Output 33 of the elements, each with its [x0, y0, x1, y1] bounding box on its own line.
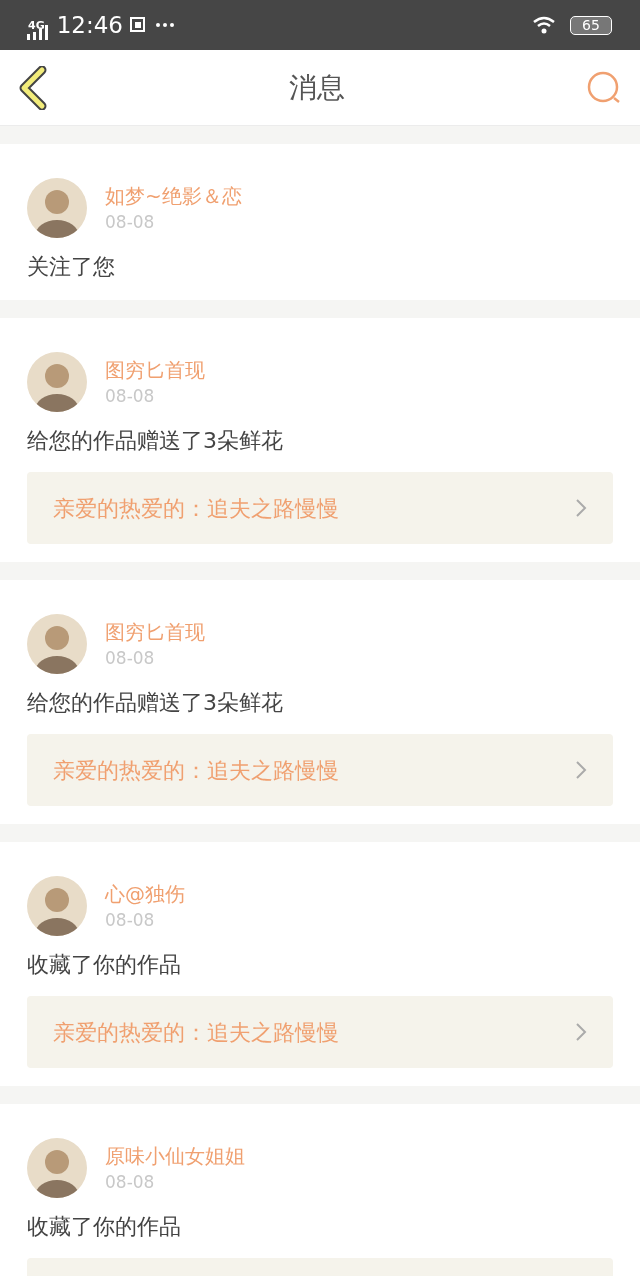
work-link[interactable]: 亲爱的热爱的：追夫之路慢慢 [27, 996, 613, 1068]
avatar [27, 614, 87, 674]
more-icon [155, 22, 175, 28]
work-title: 亲爱的热爱的：追夫之路慢慢 [53, 1018, 339, 1047]
work-link[interactable]: 亲爱的热爱的：追夫之路慢慢 [27, 472, 613, 544]
clock: 12:46 [56, 10, 123, 40]
user-name[interactable]: 心@独伤 [105, 880, 185, 908]
chevron-right-icon [575, 498, 587, 518]
work-title: 亲爱的热爱的：追夫之路慢慢 [53, 756, 339, 785]
avatar [27, 1138, 87, 1198]
avatar [27, 178, 87, 238]
wifi-icon [532, 16, 556, 34]
screenshot-icon [129, 16, 147, 34]
battery-indicator: 65 [570, 15, 612, 35]
user-name[interactable]: 如梦~绝影＆恋 [105, 182, 242, 210]
avatar [27, 876, 87, 936]
chevron-right-icon [575, 1022, 587, 1042]
avatar [27, 352, 87, 412]
message-text: 给您的作品赠送了3朵鲜花 [27, 427, 284, 455]
search-button[interactable] [586, 69, 622, 106]
back-button[interactable] [18, 65, 48, 110]
message-text: 收藏了你的作品 [27, 951, 182, 979]
message-text: 关注了您 [27, 253, 116, 281]
user-name[interactable]: 图穷匕首现 [105, 356, 205, 384]
page-title: 消息 [289, 69, 345, 106]
work-link[interactable]: 亲爱的热爱的：追夫之路慢慢 [27, 734, 613, 806]
work-title: 亲爱的热爱的：追夫之路慢慢 [53, 494, 339, 523]
user-name[interactable]: 原味小仙女姐姐 [105, 1142, 245, 1170]
message-text: 给您的作品赠送了3朵鲜花 [27, 689, 284, 717]
user-name[interactable]: 图穷匕首现 [105, 618, 205, 646]
chevron-right-icon [575, 760, 587, 780]
network-label: 4G [28, 19, 45, 31]
message-text: 收藏了你的作品 [27, 1213, 182, 1241]
